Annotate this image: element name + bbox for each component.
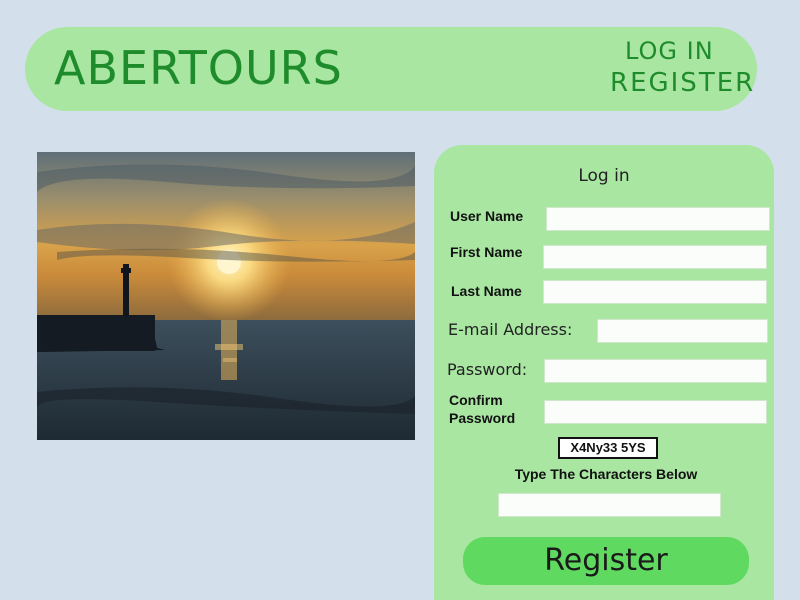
confirm-password-label-line1: Confirm [449,392,503,408]
email-input[interactable] [597,319,768,343]
register-link[interactable]: REGISTER [610,70,755,96]
confirm-password-input[interactable] [544,400,767,424]
password-input[interactable] [544,359,767,383]
registration-form: Log in User Name First Name Last Name E-… [434,145,774,600]
brand-logo-text[interactable]: ABERTOURS [54,42,343,94]
username-input[interactable] [546,207,770,231]
site-header: ABERTOURS LOG IN REGISTER [25,27,757,111]
register-button[interactable]: Register [463,537,749,585]
login-link[interactable]: LOG IN [625,38,714,64]
captcha-hint: Type The Characters Below [514,466,698,482]
last-name-label: Last Name [451,283,522,299]
username-label: User Name [450,208,524,224]
confirm-password-label-line2: Password [449,410,516,426]
first-name-label: First Name [450,244,523,260]
captcha-input[interactable] [498,493,721,517]
confirm-password-label: Confirm Password [449,391,515,427]
last-name-input[interactable] [543,280,767,304]
password-label: Password: [447,360,528,379]
form-title: Log in [578,166,630,186]
sunset-lighthouse-image [37,152,415,440]
first-name-input[interactable] [543,245,767,269]
hero-photo [37,152,415,440]
captcha-code: X4Ny33 5YS [558,437,658,459]
email-label: E-mail Address: [448,320,573,339]
